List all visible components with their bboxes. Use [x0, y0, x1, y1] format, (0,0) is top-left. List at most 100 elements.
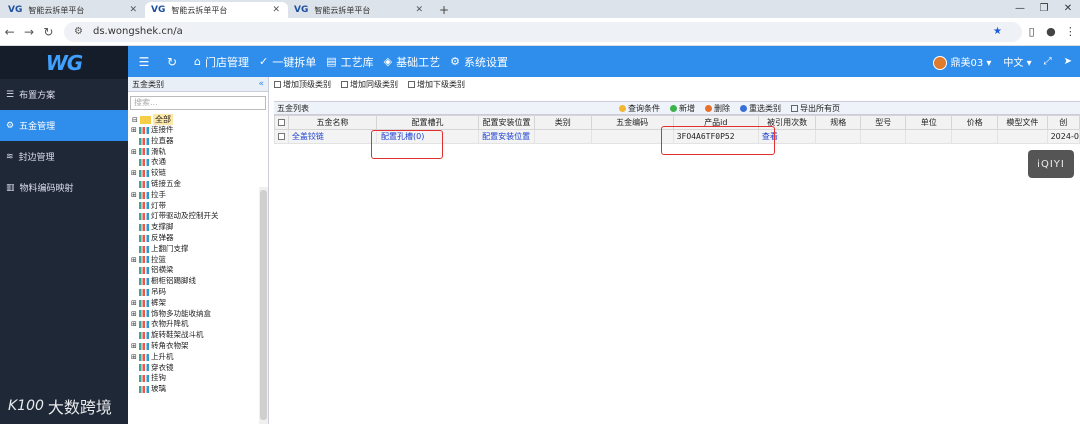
expand-icon[interactable]: ⊞	[131, 168, 139, 179]
send-icon[interactable]: ➤	[1064, 56, 1072, 67]
iqiyi-logo[interactable]: iQIYI	[1028, 150, 1074, 178]
delete-button[interactable]: 删除	[705, 103, 730, 114]
bookmark-star-icon[interactable]: ★	[993, 26, 1002, 37]
select-all-checkbox[interactable]	[277, 119, 285, 126]
tree-node[interactable]: 支撑脚	[131, 222, 268, 233]
query-button[interactable]: 查询条件	[619, 103, 660, 114]
add-sibling-category-button[interactable]: 增加同级类别	[341, 79, 398, 90]
expand-icon[interactable]: ⊞	[131, 352, 139, 363]
browser-tab-1[interactable]: VG 智能云拆单平台 ✕	[2, 2, 145, 18]
close-icon[interactable]: ✕	[415, 5, 423, 15]
expand-icon[interactable]: ⊞	[131, 190, 139, 201]
column-header[interactable]: 规格	[815, 115, 862, 130]
tree-node[interactable]: 上翻门支撑	[131, 244, 268, 255]
tree-node[interactable]: ⊞ 滑轨	[131, 147, 268, 158]
expand-icon[interactable]: ⊞	[131, 309, 139, 320]
top-menu-split[interactable]: ✓ 一键拆单	[259, 54, 316, 70]
expand-icon[interactable]: ⊞	[131, 319, 139, 330]
column-header[interactable]: 配置槽孔	[376, 115, 480, 130]
expand-icon[interactable]: ⊞	[131, 255, 139, 266]
sidepanel-icon[interactable]: ▯	[1022, 25, 1041, 38]
column-header[interactable]: 型号	[860, 115, 907, 130]
close-icon[interactable]: ✕	[129, 5, 137, 15]
tree-node[interactable]: 橱柜铝踢脚线	[131, 276, 268, 287]
tree-node[interactable]: ⊞ 连接件	[131, 125, 268, 136]
reselect-category-button[interactable]: 重选类别	[740, 103, 781, 114]
tree-node[interactable]: ⊞ 衣物升降机	[131, 319, 268, 330]
sidebar-item-label: 布置方案	[19, 91, 56, 101]
url-input[interactable]: ⚙ ds.wongshek.cn/a ★	[64, 21, 1022, 42]
back-icon[interactable]: ←	[0, 25, 19, 39]
tree-node[interactable]: ⊞ 裤架	[131, 298, 268, 309]
reload-icon[interactable]: ↻	[39, 25, 58, 39]
row-checkbox[interactable]	[278, 133, 285, 140]
sidebar-item-hardware[interactable]: ⚙ 五金管理	[0, 110, 128, 141]
top-menu-base-process[interactable]: ◈ 基础工艺	[384, 54, 440, 70]
column-header[interactable]: 配置安装位置	[478, 115, 535, 130]
tree-node[interactable]: ⊞ 转角衣物架	[131, 341, 268, 352]
add-child-category-button[interactable]: 增加下级类别	[408, 79, 465, 90]
tree-node[interactable]: 拉直器	[131, 136, 268, 147]
expand-icon[interactable]: ⊞	[131, 298, 139, 309]
add-button[interactable]: 新增	[670, 103, 695, 114]
tree-node[interactable]: 衣通	[131, 157, 268, 168]
forward-icon[interactable]: →	[19, 25, 38, 39]
top-menu-store[interactable]: ⌂ 门店管理	[194, 54, 249, 70]
tree-node[interactable]: 灯带驱动及控制开关	[131, 211, 268, 222]
browser-tab-2[interactable]: VG 智能云拆单平台 ✕	[145, 2, 288, 18]
top-menu-process-lib[interactable]: ▤ 工艺库	[326, 54, 373, 70]
browser-tab-3[interactable]: VG 智能云拆单平台 ✕	[288, 2, 431, 18]
expand-icon[interactable]: ⊞	[131, 147, 139, 158]
tree-node[interactable]: ⊞ 铰链	[131, 168, 268, 179]
column-header[interactable]: 类别	[533, 115, 592, 130]
tree-search-input[interactable]: 搜索...	[130, 96, 266, 110]
tree-node[interactable]: ⊞ 饰物多功能收纳盒	[131, 309, 268, 320]
user-menu[interactable]: 鼎美03 ▾	[933, 54, 991, 70]
select-all-cell[interactable]	[274, 115, 289, 130]
tree-node[interactable]: 吊码	[131, 287, 268, 298]
refresh-icon[interactable]: ↻	[160, 55, 184, 69]
tree-node[interactable]: 链接五金	[131, 179, 268, 190]
expand-icon[interactable]: ⊞	[131, 341, 139, 352]
profile-icon[interactable]: ●	[1041, 25, 1060, 38]
column-header[interactable]: 五金名称	[287, 115, 378, 130]
tree-node[interactable]: 穿衣镜	[131, 363, 268, 374]
new-tab-icon[interactable]: +	[431, 2, 457, 18]
row-select-cell[interactable]	[274, 129, 289, 144]
language-select[interactable]: 中文 ▾	[1003, 54, 1031, 69]
add-top-category-button[interactable]: 增加顶级类别	[274, 79, 331, 90]
collapse-tree-icon[interactable]: ⊟	[132, 116, 140, 124]
scrollbar-thumb[interactable]	[260, 190, 267, 420]
column-header[interactable]: 模型文件	[997, 115, 1048, 130]
close-icon[interactable]: ✕	[272, 5, 280, 15]
menu-icon[interactable]: ⋮	[1061, 25, 1080, 38]
column-header[interactable]: 价格	[951, 115, 999, 130]
site-settings-icon[interactable]: ⚙	[74, 26, 83, 37]
hardware-name-link[interactable]: 全盖铰链	[287, 129, 378, 144]
close-window-icon[interactable]: ✕	[1056, 0, 1080, 18]
config-install-link[interactable]: 配置安装位置	[478, 129, 535, 144]
tree-node[interactable]: ⊞ 拉篮	[131, 255, 268, 266]
collapse-icon[interactable]: «	[258, 77, 264, 92]
maximize-icon[interactable]: ❐	[1032, 0, 1056, 18]
hamburger-icon[interactable]: ☰	[132, 55, 156, 69]
sidebar-item-layout[interactable]: ☰ 布置方案	[0, 79, 128, 110]
tree-node[interactable]: 玻璃	[131, 384, 268, 395]
sidebar-item-mapping[interactable]: ▥ 物料编码映射	[0, 172, 128, 203]
tree-node[interactable]: 旋转鞋架战斗机	[131, 330, 268, 341]
tree-node[interactable]: 铝横梁	[131, 265, 268, 276]
export-button[interactable]: 导出所有页	[791, 103, 840, 114]
sidebar-item-edge[interactable]: ≋ 封边管理	[0, 141, 128, 172]
column-header[interactable]: 单位	[905, 115, 953, 130]
column-header[interactable]: 创	[1046, 115, 1080, 130]
tree-node[interactable]: 挂钩	[131, 373, 268, 384]
minimize-icon[interactable]: —	[1008, 0, 1032, 18]
fullscreen-icon[interactable]: ⤢	[1044, 56, 1052, 67]
tree-node[interactable]: 反弹器	[131, 233, 268, 244]
tree-node[interactable]: ⊞ 拉手	[131, 190, 268, 201]
tree-node[interactable]: ⊞ 上升机	[131, 352, 268, 363]
tree-root[interactable]: ⊟ 全部	[128, 114, 268, 125]
top-menu-settings[interactable]: ⚙ 系统设置	[450, 54, 508, 70]
tree-node[interactable]: 灯带	[131, 201, 268, 212]
expand-icon[interactable]: ⊞	[131, 125, 139, 136]
